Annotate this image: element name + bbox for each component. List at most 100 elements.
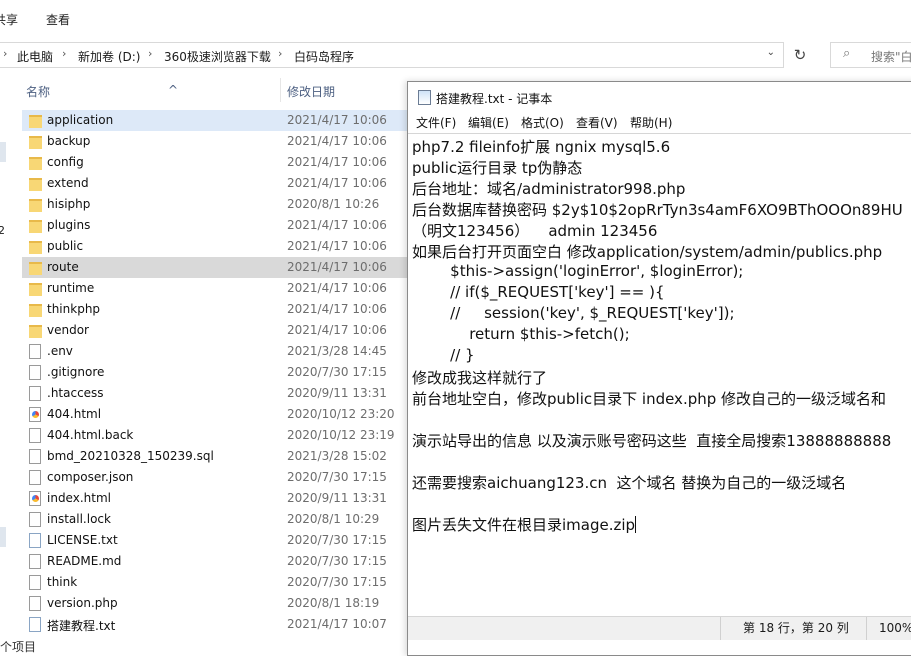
- file-row[interactable]: bmd_20210328_150239.sql 2021/3/28 15:02: [22, 446, 408, 467]
- folder-icon: [29, 283, 42, 296]
- file-date: 2021/4/17 10:06: [287, 302, 387, 316]
- file-name: runtime: [47, 281, 95, 295]
- notepad-title: 搭建教程.txt - 记事本: [436, 92, 553, 106]
- folder-icon: [29, 178, 42, 191]
- notepad-titlebar[interactable]: 搭建教程.txt - 记事本: [408, 82, 911, 112]
- refresh-icon[interactable]: ↻: [788, 42, 812, 68]
- text-file-icon: [29, 617, 41, 632]
- file-name: think: [47, 575, 78, 589]
- file-row[interactable]: runtime 2021/4/17 10:06: [22, 278, 408, 299]
- file-date: 2021/4/17 10:06: [287, 218, 387, 232]
- text-line: // session('key', $_REQUEST['key']);: [412, 304, 735, 322]
- file-name: LICENSE.txt: [47, 533, 118, 547]
- file-row[interactable]: .env 2021/3/28 14:45: [22, 341, 408, 362]
- menu-help[interactable]: 帮助(H): [630, 114, 672, 131]
- file-row[interactable]: backup 2021/4/17 10:06: [22, 131, 408, 152]
- file-row[interactable]: 搭建教程.txt 2021/4/17 10:07: [22, 614, 408, 635]
- breadcrumb-drive[interactable]: 新加卷 (D:): [78, 48, 140, 65]
- nav-fragment: 2: [0, 224, 5, 237]
- column-name[interactable]: 名称: [26, 83, 50, 100]
- text-line: 还需要搜索aichuang123.cn 这个域名 替换为自己的一级泛域名: [412, 474, 847, 492]
- ribbon-tab-share[interactable]: 共享: [0, 11, 18, 28]
- file-row[interactable]: .htaccess 2020/9/11 13:31: [22, 383, 408, 404]
- file-date: 2020/10/12 23:19: [287, 428, 395, 442]
- file-row[interactable]: version.php 2020/8/1 18:19: [22, 593, 408, 614]
- file-row[interactable]: hisiphp 2020/8/1 10:26: [22, 194, 408, 215]
- file-date: 2021/4/17 10:06: [287, 323, 387, 337]
- folder-icon: [29, 220, 42, 233]
- file-date: 2021/4/17 10:07: [287, 617, 387, 631]
- text-line: 如果后台打开页面空白 修改application/system/admin/pu…: [412, 243, 883, 261]
- file-name: 404.html: [47, 407, 102, 421]
- file-row[interactable]: think 2020/7/30 17:15: [22, 572, 408, 593]
- file-name: index.html: [47, 491, 111, 505]
- file-date: 2020/7/30 17:15: [287, 575, 387, 589]
- search-icon: ⌕: [843, 46, 851, 61]
- file-row[interactable]: .gitignore 2020/7/30 17:15: [22, 362, 408, 383]
- address-row: › 此电脑 › 新加卷 (D:) › 360极速浏览器下载 › 白码岛程序 ⌄ …: [0, 38, 911, 71]
- menu-file[interactable]: 文件(F): [416, 114, 456, 131]
- notepad-statusbar: 第 18 行，第 20 列 100%: [408, 616, 911, 640]
- notepad-window[interactable]: 搭建教程.txt - 记事本 文件(F) 编辑(E) 格式(O) 查看(V) 帮…: [407, 81, 911, 656]
- file-row[interactable]: application 2021/4/17 10:06: [22, 110, 408, 131]
- file-row[interactable]: public 2021/4/17 10:06: [22, 236, 408, 257]
- file-date: 2021/4/17 10:06: [287, 134, 387, 148]
- chevron-right-icon: ›: [62, 47, 67, 60]
- file-row[interactable]: LICENSE.txt 2020/7/30 17:15: [22, 530, 408, 551]
- chevron-right-icon: ›: [148, 47, 153, 60]
- breadcrumb-current-folder[interactable]: 白码岛程序: [294, 48, 354, 65]
- file-row[interactable]: composer.json 2020/7/30 17:15: [22, 467, 408, 488]
- file-row[interactable]: README.md 2020/7/30 17:15: [22, 551, 408, 572]
- notepad-text-area[interactable]: php7.2 fileinfo扩展 ngnix mysql5.6 public运行…: [408, 133, 911, 622]
- file-row[interactable]: extend 2021/4/17 10:06: [22, 173, 408, 194]
- file-row[interactable]: config 2021/4/17 10:06: [22, 152, 408, 173]
- sort-ascending-icon: ^: [168, 83, 179, 97]
- file-name: README.md: [47, 554, 122, 568]
- folder-icon: [29, 199, 42, 212]
- file-name: .env: [47, 344, 73, 358]
- address-bar[interactable]: › 此电脑 › 新加卷 (D:) › 360极速浏览器下载 › 白码岛程序 ⌄: [0, 42, 784, 68]
- file-date: 2020/9/11 13:31: [287, 491, 387, 505]
- file-row[interactable]: plugins 2021/4/17 10:06: [22, 215, 408, 236]
- file-row[interactable]: install.lock 2020/8/1 10:29: [22, 509, 408, 530]
- menu-edit[interactable]: 编辑(E): [468, 114, 509, 131]
- file-name: extend: [47, 176, 89, 190]
- column-divider[interactable]: [280, 78, 281, 102]
- file-date: 2020/10/12 23:20: [287, 407, 395, 421]
- menu-view[interactable]: 查看(V): [576, 114, 618, 131]
- text-line: （明文123456） admin 123456: [412, 222, 658, 240]
- file-row[interactable]: 404.html.back 2020/10/12 23:19: [22, 425, 408, 446]
- file-name: .gitignore: [47, 365, 105, 379]
- file-row[interactable]: index.html 2020/9/11 13:31: [22, 488, 408, 509]
- file-icon: [29, 575, 41, 590]
- text-line: 演示站导出的信息 以及演示账号密码这些 直接全局搜索13888888888: [412, 432, 892, 450]
- file-row[interactable]: route 2021/4/17 10:06: [22, 257, 408, 278]
- breadcrumb-this-pc[interactable]: 此电脑: [17, 48, 53, 65]
- file-row[interactable]: 404.html 2020/10/12 23:20: [22, 404, 408, 425]
- file-name: public: [47, 239, 84, 253]
- search-box[interactable]: ⌕ 搜索"白: [830, 42, 911, 68]
- file-name: config: [47, 155, 84, 169]
- file-row[interactable]: vendor 2021/4/17 10:06: [22, 320, 408, 341]
- text-line: return $this->fetch();: [412, 325, 630, 343]
- file-date: 2021/4/17 10:06: [287, 260, 387, 274]
- file-row[interactable]: thinkphp 2021/4/17 10:06: [22, 299, 408, 320]
- ribbon-tab-view[interactable]: 查看: [46, 11, 70, 28]
- text-line: $this->assign('loginError', $loginError)…: [412, 262, 744, 280]
- chevron-down-icon[interactable]: ⌄: [767, 47, 775, 58]
- folder-icon: [29, 262, 42, 275]
- breadcrumb-download-folder[interactable]: 360极速浏览器下载: [164, 48, 271, 65]
- text-file-icon: [29, 533, 41, 548]
- chevron-right-icon: ›: [3, 47, 8, 60]
- file-name: plugins: [47, 218, 91, 232]
- file-name: composer.json: [47, 470, 134, 484]
- file-name: install.lock: [47, 512, 111, 526]
- folder-icon: [29, 304, 42, 317]
- column-date[interactable]: 修改日期: [287, 83, 335, 100]
- zoom-level: 100%: [866, 617, 911, 640]
- menu-format[interactable]: 格式(O): [521, 114, 564, 131]
- file-icon: [29, 449, 41, 464]
- text-line: 前台地址空白，修改public目录下 index.php 修改自己的一级泛域名和: [412, 390, 887, 408]
- navigation-pane[interactable]: 2: [0, 72, 8, 654]
- file-date: 2020/7/30 17:15: [287, 470, 387, 484]
